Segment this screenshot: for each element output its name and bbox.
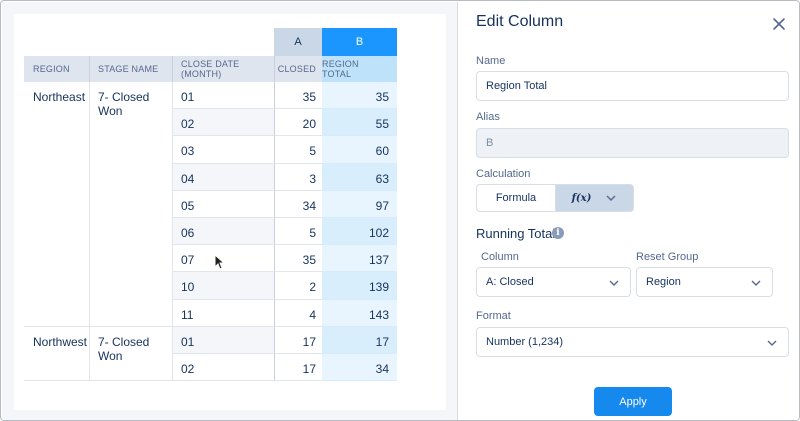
header-closed: CLOSED bbox=[274, 56, 322, 82]
stage-name-cell: 7- Closed Won bbox=[89, 326, 172, 382]
alias-label: Alias bbox=[476, 111, 500, 123]
column-select[interactable]: A: Closed bbox=[476, 267, 631, 297]
column-label: Column bbox=[481, 251, 519, 263]
region-total-cell: 139 bbox=[322, 272, 397, 300]
mouse-pointer-icon bbox=[214, 254, 226, 270]
closed-cell: 17 bbox=[274, 326, 322, 354]
close-date-cell: 02 bbox=[172, 109, 274, 137]
closed-cell: 2 bbox=[274, 272, 322, 300]
close-icon[interactable] bbox=[769, 14, 789, 34]
calculation-label: Calculation bbox=[476, 168, 531, 180]
region-cell: Northwest bbox=[24, 327, 89, 382]
stage-name-cell: 7- Closed Won bbox=[89, 82, 172, 327]
closed-cell: 35 bbox=[274, 245, 322, 273]
formula-button[interactable]: Formula bbox=[476, 184, 556, 212]
chevron-down-icon bbox=[606, 195, 616, 201]
report-table-card: A B REGION STAGE NAME CLOSE DATE (MONTH)… bbox=[14, 14, 446, 410]
report-preview-area: A B REGION STAGE NAME CLOSE DATE (MONTH)… bbox=[2, 2, 458, 420]
close-date-cell: 03 bbox=[172, 136, 274, 164]
close-date-cell: 11 bbox=[172, 299, 274, 327]
close-date-cell: 02 bbox=[172, 354, 274, 382]
region-total-cell: 137 bbox=[322, 245, 397, 273]
reset-group-select-value: Region bbox=[646, 276, 681, 288]
closed-cell: 4 bbox=[274, 299, 322, 327]
close-date-cell: 06 bbox=[172, 218, 274, 246]
header-stage-name: STAGE NAME bbox=[89, 56, 172, 82]
panel-title: Edit Column bbox=[476, 13, 564, 30]
closed-cell: 3 bbox=[274, 163, 322, 191]
closed-cell: 17 bbox=[274, 354, 322, 382]
close-date-cell: 04 bbox=[172, 163, 274, 191]
region-total-cell: 102 bbox=[322, 218, 397, 246]
closed-cell: 35 bbox=[274, 82, 322, 110]
format-select[interactable]: Number (1,234) bbox=[476, 327, 789, 357]
region-total-cell: 63 bbox=[322, 163, 397, 191]
region-total-cell: 35 bbox=[322, 82, 397, 110]
format-label: Format bbox=[476, 310, 511, 322]
close-date-cell: 05 bbox=[172, 190, 274, 218]
apply-button[interactable]: Apply bbox=[594, 387, 672, 416]
chevron-down-icon bbox=[767, 340, 777, 346]
region-cell: Northeast bbox=[24, 82, 89, 327]
info-icon[interactable]: i bbox=[552, 227, 564, 239]
close-date-cell: 01 bbox=[172, 82, 274, 110]
format-select-value: Number (1,234) bbox=[486, 336, 564, 348]
function-menu-button[interactable]: f(x) bbox=[555, 184, 634, 212]
column-select-value: A: Closed bbox=[486, 276, 534, 288]
column-letter-b[interactable]: B bbox=[322, 28, 397, 56]
region-total-cell: 97 bbox=[322, 190, 397, 218]
column-letter-a[interactable]: A bbox=[274, 28, 322, 56]
region-total-cell: 143 bbox=[322, 299, 397, 327]
edit-column-panel: Edit Column Name Region Total Alias B Ca… bbox=[459, 2, 799, 420]
closed-cell: 5 bbox=[274, 136, 322, 164]
app-window: A B REGION STAGE NAME CLOSE DATE (MONTH)… bbox=[0, 0, 800, 421]
function-label: f(x) bbox=[571, 192, 592, 204]
name-field[interactable]: Region Total bbox=[476, 71, 789, 101]
region-total-cell: 34 bbox=[322, 354, 397, 382]
closed-cell: 5 bbox=[274, 218, 322, 246]
alias-field[interactable]: B bbox=[476, 128, 789, 158]
name-label: Name bbox=[476, 55, 506, 67]
region-total-cell: 55 bbox=[322, 109, 397, 137]
closed-cell: 34 bbox=[274, 190, 322, 218]
close-date-cell: 10 bbox=[172, 272, 274, 300]
region-total-cell: 17 bbox=[322, 326, 397, 354]
header-close-date: CLOSE DATE (MONTH) bbox=[172, 56, 274, 82]
header-region-total: REGION TOTAL bbox=[322, 56, 397, 82]
closed-cell: 20 bbox=[274, 109, 322, 137]
chevron-down-icon bbox=[751, 280, 761, 286]
running-total-title: Running Total bbox=[476, 226, 556, 241]
close-date-cell: 01 bbox=[172, 326, 274, 354]
reset-group-select[interactable]: Region bbox=[636, 267, 773, 297]
reset-group-label: Reset Group bbox=[636, 251, 699, 263]
region-total-cell: 60 bbox=[322, 136, 397, 164]
header-region: REGION bbox=[24, 56, 89, 82]
chevron-down-icon bbox=[609, 280, 619, 286]
